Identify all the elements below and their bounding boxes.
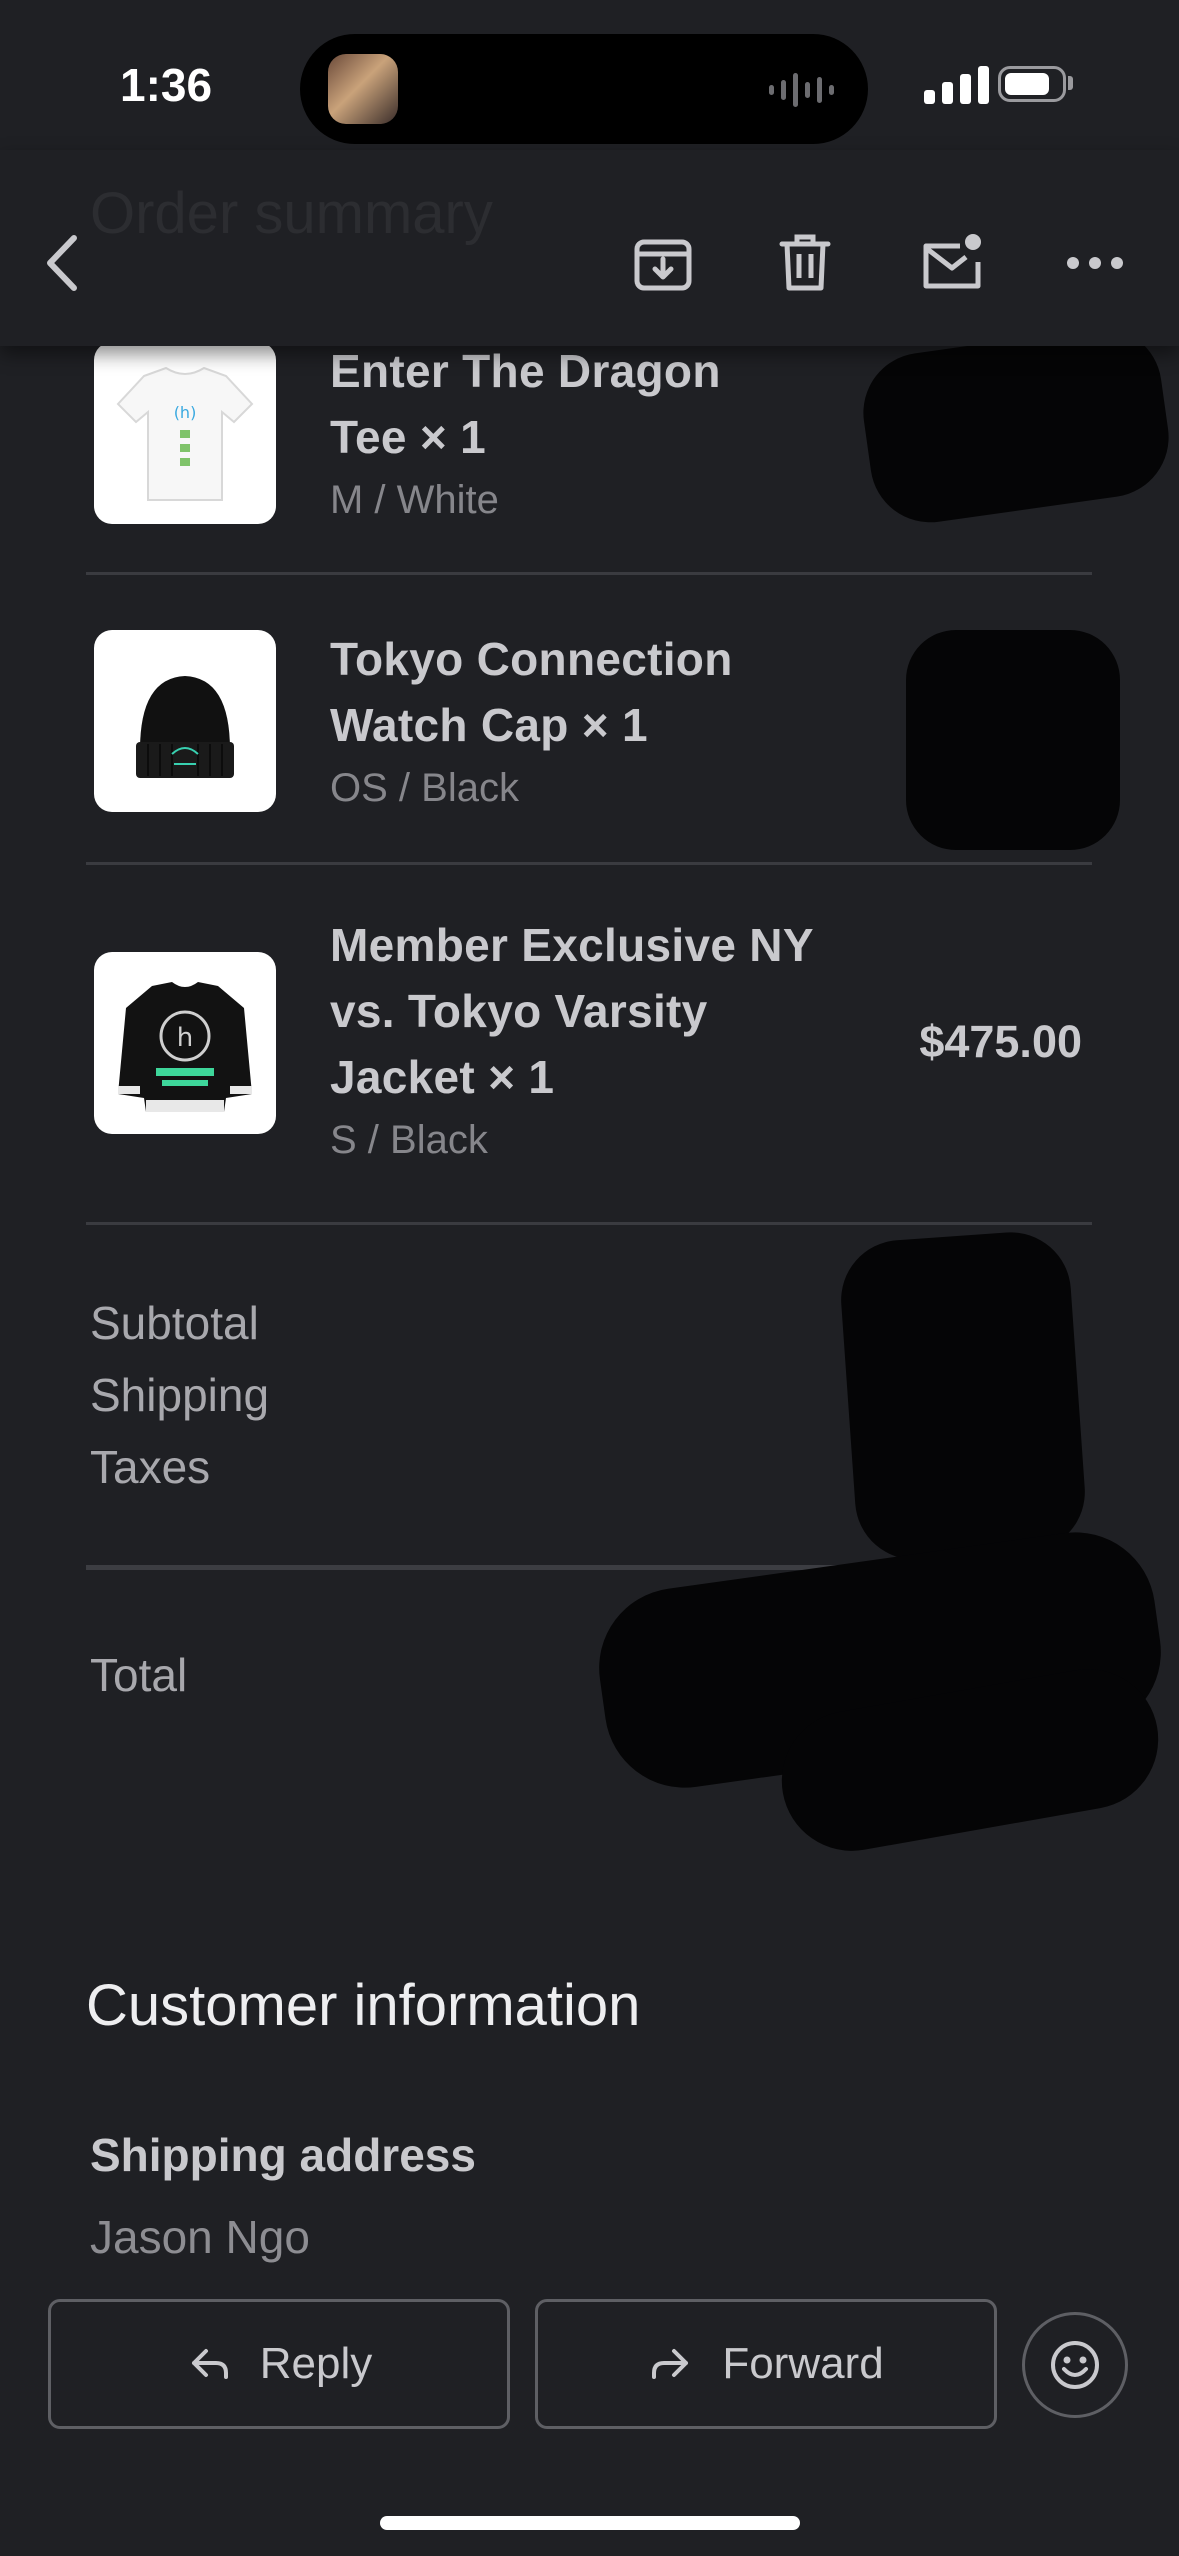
tshirt-image: (h) bbox=[116, 366, 254, 501]
item-variant: OS / Black bbox=[330, 766, 519, 810]
redaction-mark bbox=[906, 630, 1120, 850]
back-button[interactable] bbox=[30, 228, 100, 298]
item-title-line: Tokyo Connection bbox=[330, 633, 733, 685]
svg-text:h: h bbox=[177, 1023, 193, 1053]
recipient-name: Jason Ngo bbox=[90, 2211, 310, 2263]
total-label: Total bbox=[90, 1649, 188, 1701]
message-toolbar: Order summary bbox=[0, 150, 1179, 346]
mark-unread-button[interactable] bbox=[916, 228, 986, 298]
item-divider bbox=[86, 572, 1092, 575]
item-divider bbox=[86, 1222, 1092, 1225]
svg-text:(h): (h) bbox=[174, 403, 197, 422]
mail-unread-icon bbox=[923, 234, 981, 289]
item-variant: S / Black bbox=[330, 1118, 488, 1162]
product-image-jacket: h bbox=[94, 952, 276, 1134]
taxes-label: Taxes bbox=[90, 1441, 211, 1493]
item-variant: M / White bbox=[330, 478, 499, 522]
varsity-jacket-image: h bbox=[118, 982, 252, 1112]
item-title-line: vs. Tokyo Varsity bbox=[330, 985, 708, 1037]
customer-information-heading: Customer information bbox=[86, 1973, 641, 2038]
item-title-line: Enter The Dragon bbox=[330, 345, 721, 397]
archive-icon bbox=[634, 239, 692, 291]
item-price: $475.00 bbox=[919, 1016, 1082, 1067]
forward-button[interactable]: Forward bbox=[535, 2299, 997, 2429]
item-title-line: Jacket × 1 bbox=[330, 1051, 555, 1103]
item-title-line: Watch Cap × 1 bbox=[330, 699, 648, 751]
smiley-icon bbox=[1051, 2341, 1099, 2389]
beanie-image bbox=[136, 676, 234, 778]
forward-label: Forward bbox=[722, 2339, 884, 2388]
home-indicator[interactable] bbox=[380, 2516, 800, 2530]
item-title-line: Tee × 1 bbox=[330, 411, 486, 463]
forward-arrow-icon bbox=[652, 2349, 689, 2379]
item-divider bbox=[86, 862, 1092, 865]
emoji-reaction-button[interactable] bbox=[1022, 2312, 1128, 2418]
shipping-label: Shipping bbox=[90, 1369, 270, 1421]
chevron-left-icon bbox=[47, 235, 77, 291]
more-horizontal-icon bbox=[1067, 257, 1123, 269]
subtotal-label: Subtotal bbox=[90, 1297, 259, 1349]
reply-arrow-icon bbox=[191, 2349, 228, 2379]
reply-label: Reply bbox=[259, 2339, 373, 2388]
redaction-mark bbox=[837, 1228, 1089, 1564]
product-image-tee: (h) bbox=[94, 342, 276, 524]
more-button[interactable] bbox=[1060, 228, 1130, 298]
order-item: h Member Exclusive NY vs. Tokyo Varsity … bbox=[86, 910, 1092, 1210]
reply-button[interactable]: Reply bbox=[48, 2299, 510, 2429]
archive-button[interactable] bbox=[628, 228, 698, 298]
delete-button[interactable] bbox=[770, 228, 840, 298]
trash-icon bbox=[779, 234, 831, 291]
email-body: (h) Enter The Dragon Tee × 1 M / White T… bbox=[0, 0, 1179, 2556]
shipping-address-label: Shipping address bbox=[90, 2129, 476, 2181]
item-title-line: Member Exclusive NY bbox=[330, 919, 814, 971]
product-image-beanie bbox=[94, 630, 276, 812]
scrolled-heading: Order summary bbox=[90, 181, 493, 246]
